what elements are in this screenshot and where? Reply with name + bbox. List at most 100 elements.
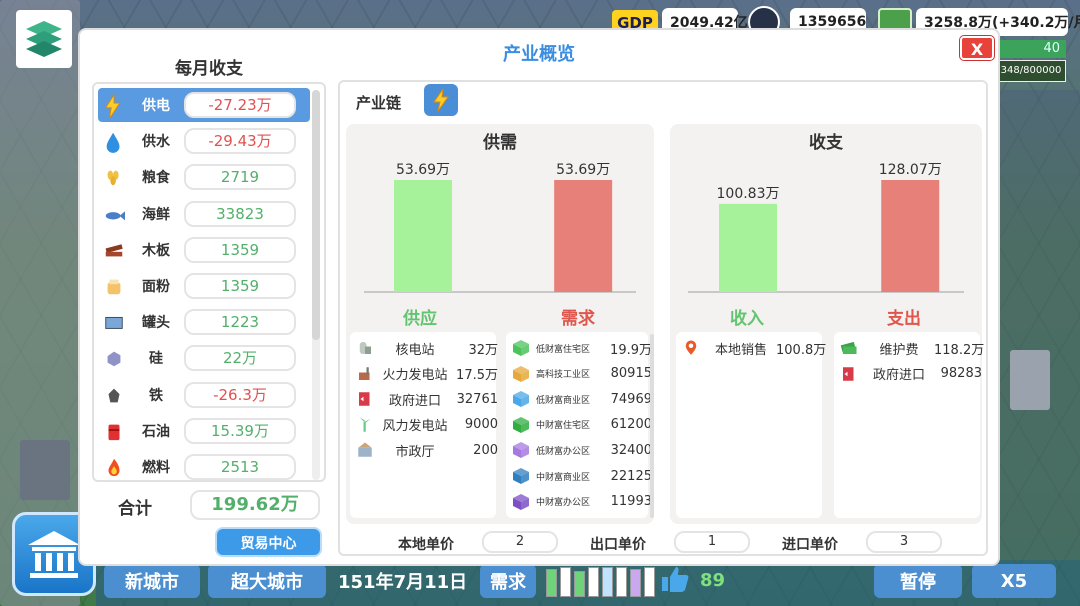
monthly-balance-title: 每月收支: [175, 59, 243, 79]
resource-row[interactable]: 罐头 1223: [98, 305, 310, 339]
map-layers-button[interactable]: [16, 10, 72, 68]
resource-list-scrollbar[interactable]: [312, 90, 320, 480]
item-value: 32万: [468, 342, 498, 358]
resource-row[interactable]: 粮食 2719: [98, 160, 310, 194]
resource-name: 供电: [142, 98, 170, 114]
local-price-value: 2: [482, 531, 558, 553]
resource-row[interactable]: 木板 1359: [98, 233, 310, 267]
supply-list: 核电站 32万火力发电站 17.5万政府进口 32761 风力发电站 9000 市政厅 200: [350, 332, 498, 518]
item-name: 政府进口: [872, 368, 925, 384]
demand-indicator: [546, 565, 656, 597]
resource-row[interactable]: 供电 -27.23万: [98, 88, 310, 122]
list-item: 维护费 118.2万: [834, 336, 985, 360]
list-item: 政府进口 98283: [834, 362, 982, 386]
can-icon: [100, 308, 128, 336]
bar-value-label: 53.69万: [396, 162, 450, 178]
fish-icon: [100, 200, 128, 228]
income-expense-chart: 100.83万 128.07万: [688, 162, 964, 293]
industry-chain-label: 产业链: [356, 94, 402, 112]
item-value: 11993: [610, 494, 652, 510]
demand-list: 低财富住宅区 19.9万 高科技工业区 80915 低财富商业区 74969 中财富住宅区 6…: [506, 332, 652, 518]
resource-row[interactable]: 面粉 1359: [98, 269, 310, 303]
resource-row[interactable]: 铁 -26.3万: [98, 378, 310, 412]
export-price-value: 1: [674, 531, 750, 553]
resource-name: 海鲜: [142, 206, 170, 223]
list-item: 核电站 32万: [350, 336, 498, 360]
item-name: 中财富商业区: [536, 472, 591, 483]
pause-button[interactable]: 暂停: [874, 564, 962, 598]
item-value: 32400: [610, 442, 652, 458]
total-label: 合计: [118, 499, 152, 519]
item-name: 政府进口: [388, 393, 441, 409]
resource-value: -27.23万: [184, 92, 296, 118]
iron-icon: [100, 381, 128, 409]
flour-icon: [100, 272, 128, 300]
item-name: 市政厅: [395, 444, 435, 460]
list-item: 风力发电站 9000: [350, 413, 498, 437]
zone-cube-icon: [512, 339, 530, 357]
list-item: 政府进口 32761: [350, 387, 498, 411]
item-name: 火力发电站: [382, 368, 448, 384]
list-item: 中财富商业区 22125: [506, 464, 652, 488]
money-stack-icon: [840, 339, 858, 357]
resource-value: 1359: [184, 273, 296, 299]
resource-value: 2719: [184, 164, 296, 191]
item-name: 低财富商业区: [536, 395, 591, 406]
resource-row[interactable]: 燃料 2513: [98, 450, 310, 480]
happiness-score: 89: [700, 570, 726, 591]
resource-list[interactable]: 供电 -27.23万 供水 -29.43万 粮食 2719 海鲜 33823 木板 1359 面粉 1…: [92, 82, 326, 482]
income-list: 本地销售 100.8万: [676, 332, 827, 518]
thumbs-up-icon: [662, 567, 689, 592]
resource-value: 2513: [184, 454, 296, 480]
resource-name: 粮食: [142, 170, 170, 187]
resource-value: 15.39万: [184, 417, 296, 444]
government-import-icon: [356, 390, 374, 408]
item-value: 17.5万: [456, 368, 498, 384]
nuclear-plant-icon: [356, 339, 374, 357]
speed-button[interactable]: X5: [972, 564, 1056, 598]
item-name: 风力发电站: [382, 419, 448, 435]
item-value: 98283: [940, 366, 982, 382]
supply-label: 供应: [403, 309, 437, 329]
item-name: 本地销售: [714, 342, 767, 358]
lightning-icon: [100, 91, 128, 119]
income-label: 收入: [730, 309, 764, 329]
item-value: 61200: [610, 417, 652, 433]
wind-plant-icon: [356, 416, 374, 434]
mega-city-button[interactable]: 超大城市: [208, 564, 326, 598]
map-pin-icon: [682, 339, 700, 357]
bar-value-label: 128.07万: [879, 162, 942, 178]
item-name: 核电站: [395, 342, 435, 358]
bar-0: [394, 180, 452, 292]
wood-plank-icon: [100, 236, 128, 264]
new-city-button[interactable]: 新城市: [104, 564, 200, 598]
demand-list-scrollbar[interactable]: [650, 334, 654, 518]
item-value: 118.2万: [934, 342, 985, 358]
resource-row[interactable]: 硅 22万: [98, 341, 310, 375]
demand-button[interactable]: 需求: [480, 564, 536, 598]
resource-name: 石油: [142, 423, 170, 440]
resource-value: -26.3万: [184, 381, 296, 408]
trade-center-button[interactable]: 贸易中心: [215, 527, 322, 557]
close-button[interactable]: X: [960, 36, 994, 60]
item-name: 中财富办公区: [536, 498, 591, 509]
list-item: 火力发电站 17.5万: [350, 362, 498, 386]
side-value: 40: [996, 40, 1066, 58]
fuel-flame-icon: [100, 453, 128, 480]
item-value: 100.8万: [776, 342, 827, 358]
resource-name: 木板: [142, 242, 170, 259]
progress-bar: 348/800000: [996, 60, 1066, 82]
bar-1: [881, 180, 940, 292]
zone-cube-icon: [512, 390, 530, 408]
bar-1: [554, 180, 613, 292]
item-value: 22125: [610, 468, 652, 484]
item-value: 74969: [610, 391, 652, 407]
list-item: 市政厅 200: [350, 438, 498, 462]
bar-value-label: 100.83万: [717, 186, 780, 202]
resource-row[interactable]: 海鲜 33823: [98, 197, 310, 231]
item-value: 80915: [610, 366, 652, 382]
resource-row[interactable]: 供水 -29.43万: [98, 124, 310, 158]
list-item: 中财富办公区 11993: [506, 490, 652, 514]
resource-row[interactable]: 石油 15.39万: [98, 414, 310, 448]
chain-lightning-icon[interactable]: [424, 84, 458, 116]
